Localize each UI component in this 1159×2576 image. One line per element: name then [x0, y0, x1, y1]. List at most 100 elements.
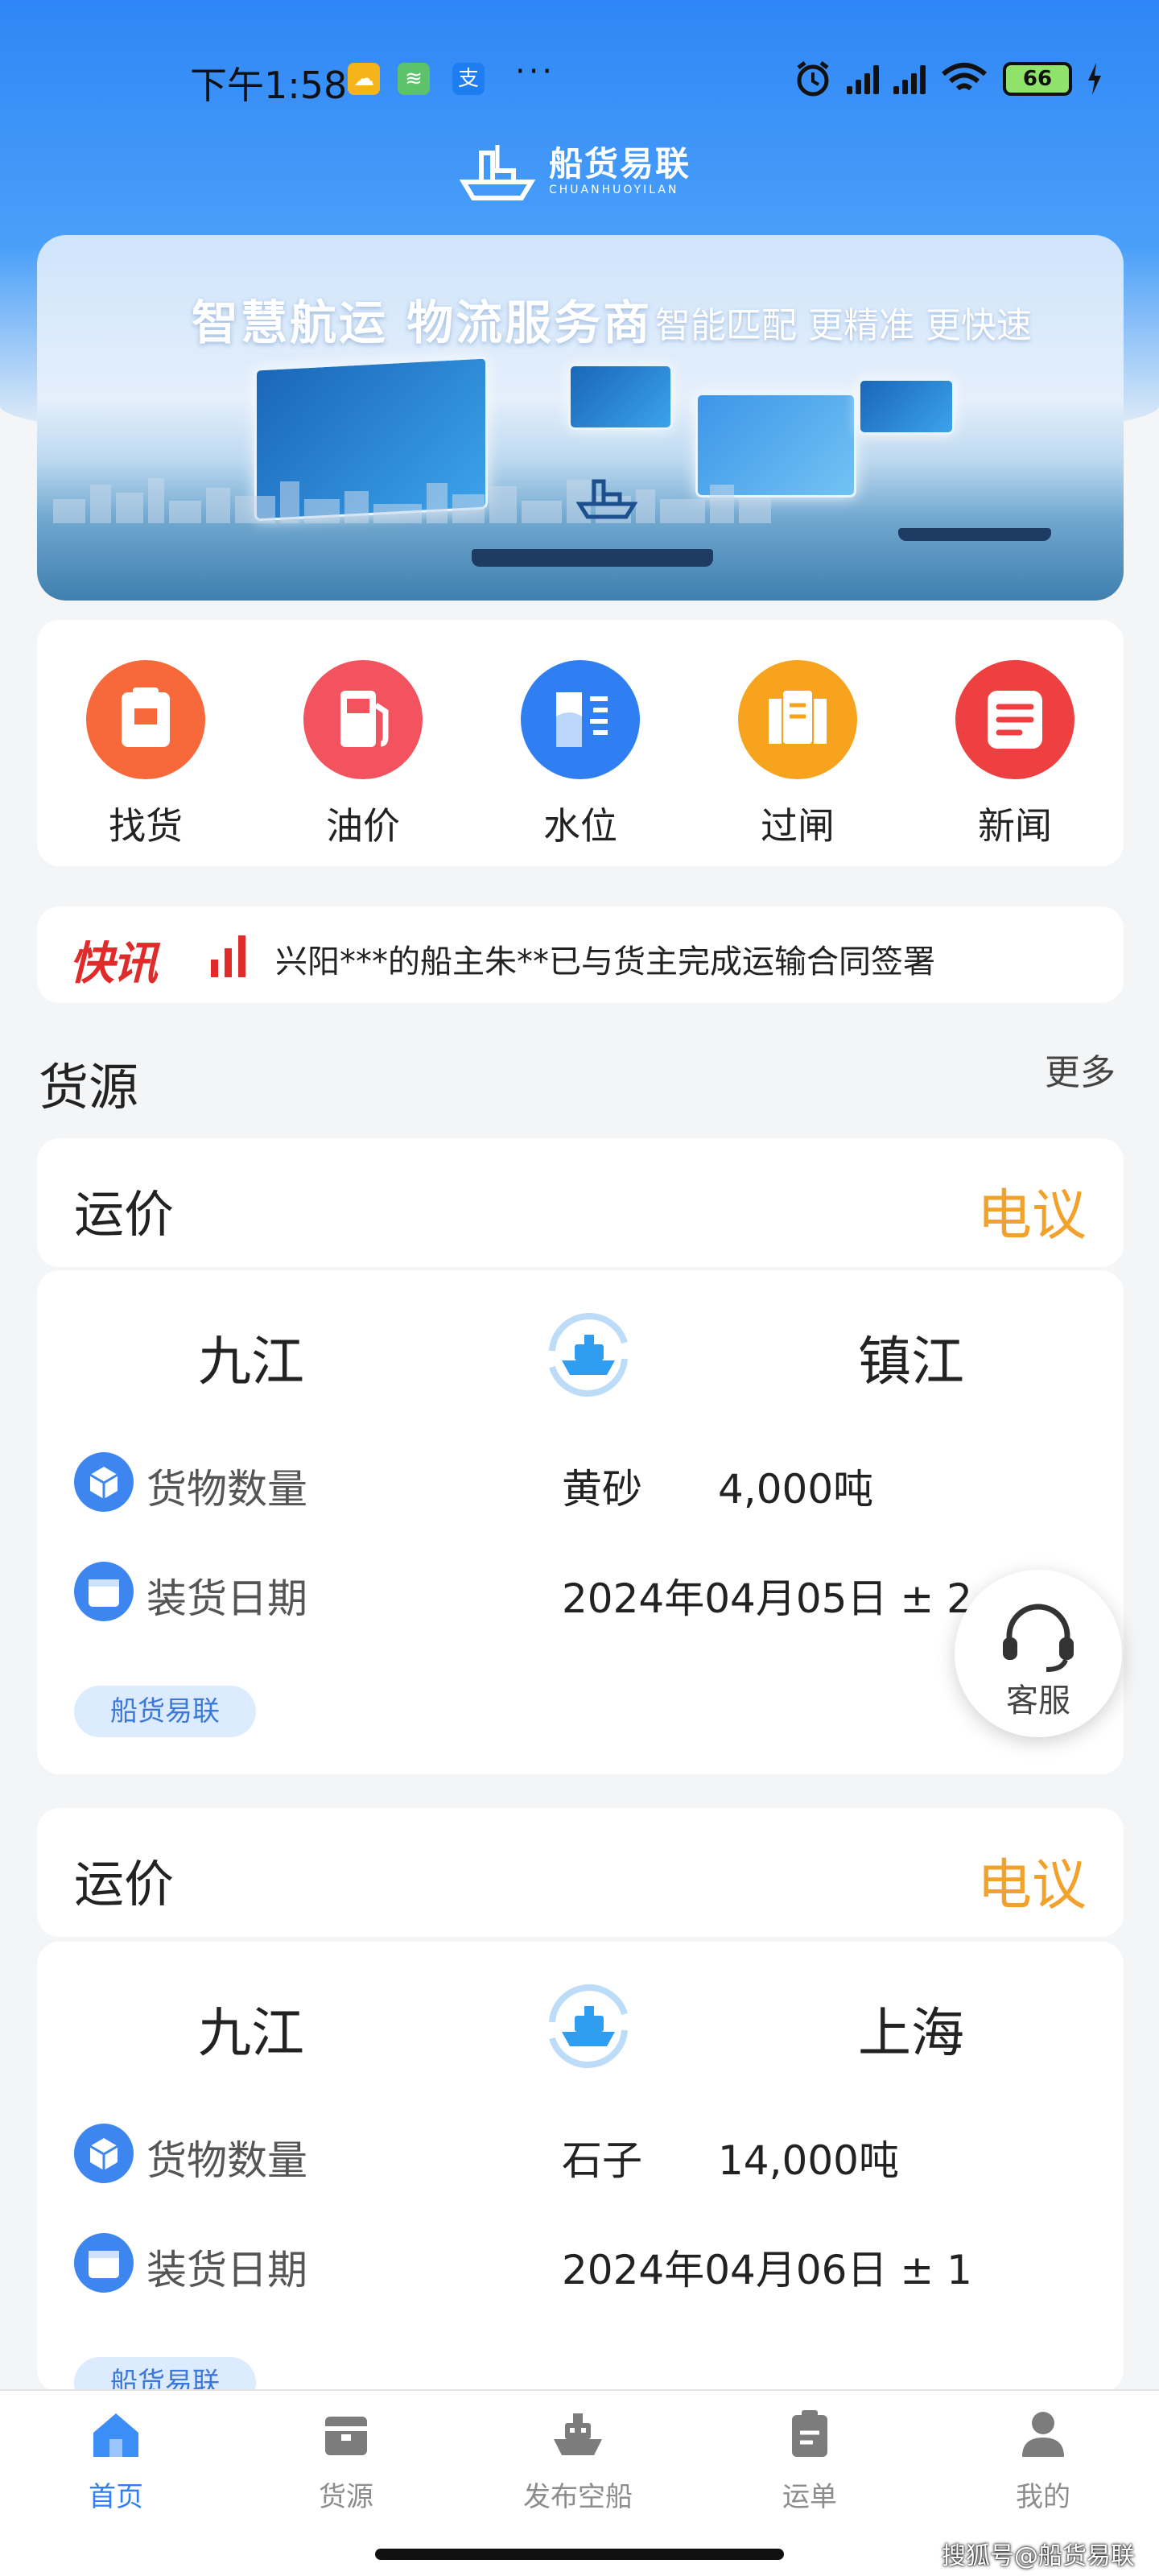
menu-lock-gate[interactable]: 过闸	[729, 660, 866, 850]
water-level-icon	[521, 660, 640, 779]
nav-publish-ship[interactable]: 发布空船	[489, 2405, 666, 2514]
wifi-icon	[942, 63, 987, 91]
dashboard-screen-illustration	[568, 364, 673, 430]
wifi-app-icon: ≋	[398, 63, 430, 95]
nav-mine[interactable]: 我的	[955, 2405, 1132, 2514]
waybill-icon	[792, 2410, 827, 2457]
cargo-quantity: 4,000吨	[718, 1466, 874, 1513]
loading-date-row: 装货日期 2024年04月05日 ± 2	[74, 1558, 1080, 1623]
loading-date: 2024年04月05日 ± 2	[562, 1575, 972, 1622]
menu-water-level[interactable]: 水位	[512, 660, 649, 850]
cargo-quantity: 14,000吨	[718, 2137, 899, 2184]
news-tag: 快讯	[69, 938, 158, 990]
calendar-icon	[74, 1562, 134, 1621]
lock-gate-icon	[738, 660, 857, 779]
news-bars-icon	[211, 935, 245, 977]
signal-icon-1	[847, 64, 879, 94]
status-indicators: 66	[794, 58, 1103, 100]
price-label: 运价	[74, 1185, 175, 1244]
cargo-quantity-row: 货物数量 石子 14,000吨	[74, 2120, 1080, 2185]
section-title-cargo: 货源	[39, 1058, 139, 1117]
quantity-label: 货物数量	[146, 2137, 307, 2184]
news-ticker[interactable]: 快讯 兴阳***的船主朱**已与货主完成运输合同签署	[37, 906, 1124, 1003]
logo-title: 船货易联	[549, 144, 691, 184]
cargo-box-icon	[325, 2417, 367, 2455]
nav-label-mine: 我的	[1016, 2481, 1070, 2513]
menu-find-goods[interactable]: 找货	[77, 660, 214, 850]
cargo-type: 石子	[562, 2137, 642, 2184]
logo-subtitle: CHUANHUOYILAN	[549, 184, 679, 196]
nav-label-cargo: 货源	[319, 2481, 373, 2513]
cargo-price-card[interactable]: 运价 电议	[37, 1808, 1124, 1937]
menu-news[interactable]: 新闻	[947, 660, 1083, 850]
customer-service-label: 客服	[1006, 1682, 1070, 1719]
quantity-label: 货物数量	[146, 1466, 307, 1513]
nav-label-waybill: 运单	[782, 2481, 837, 2513]
status-time: 下午1:58	[190, 64, 348, 107]
more-dots-icon: ···	[515, 53, 556, 90]
app-logo: 船货易联 CHUANHUOYILAN	[457, 142, 691, 201]
cargo-box-icon	[74, 1452, 134, 1512]
menu-fuel-price[interactable]: 油价	[295, 660, 431, 850]
price-value: 电议	[976, 1854, 1087, 1918]
nav-waybill[interactable]: 运单	[721, 2405, 898, 2514]
menu-label-water-level: 水位	[543, 804, 617, 848]
cargo-box-icon	[74, 2124, 134, 2183]
cargo-type: 黄砂	[562, 1466, 642, 1513]
cargo-ship-illustration	[472, 549, 713, 567]
alipay-icon: 支	[452, 63, 485, 95]
cargo-quantity-row: 货物数量 黄砂 4,000吨	[74, 1449, 1080, 1513]
quick-menu: 找货 油价 水位 过闸 新闻	[37, 620, 1124, 866]
watermark: 搜狐号@船货易联	[942, 2542, 1135, 2570]
menu-label-lock-gate: 过闸	[761, 804, 835, 848]
route-ship-icon	[549, 1984, 628, 2068]
price-value: 电议	[976, 1184, 1087, 1248]
menu-label-news: 新闻	[978, 804, 1052, 848]
brand-tag: 船货易联	[74, 1686, 256, 1737]
signal-icon-2	[893, 64, 926, 94]
headset-icon	[1003, 1604, 1074, 1672]
find-goods-icon	[86, 660, 205, 779]
fuel-price-icon	[303, 660, 423, 779]
origin-city: 九江	[198, 2002, 304, 2064]
date-label: 装货日期	[146, 1575, 307, 1622]
ship-logo-icon	[575, 479, 638, 519]
nav-label-publish-ship: 发布空船	[523, 2481, 633, 2513]
more-link[interactable]: 更多	[1045, 1043, 1116, 1095]
user-icon	[1022, 2412, 1064, 2457]
home-indicator[interactable]	[375, 2549, 784, 2560]
price-label: 运价	[74, 1855, 175, 1913]
customer-service-button[interactable]: 客服	[955, 1570, 1122, 1737]
cargo-price-card[interactable]: 运价 电议	[37, 1138, 1124, 1267]
charging-icon	[1088, 63, 1101, 95]
calendar-icon	[74, 2233, 134, 2293]
cargo-ship-illustration	[898, 528, 1051, 541]
origin-city: 九江	[198, 1331, 304, 1393]
menu-label-fuel-price: 油价	[326, 804, 400, 848]
ship-icon	[554, 2413, 602, 2455]
banner-subtitle: 智能匹配 更精准 更快速	[655, 305, 1032, 346]
dashboard-screen-illustration	[858, 378, 955, 435]
destination-city: 上海	[858, 2002, 964, 2064]
brand-tag: 船货易联	[74, 2357, 256, 2392]
cloud-app-icon: ☁	[348, 63, 380, 95]
nav-home[interactable]: 首页	[27, 2405, 204, 2514]
status-bar: 下午1:58 ☁ ≋ 支 ··· 66	[0, 0, 1159, 161]
news-icon	[955, 660, 1074, 779]
nav-cargo[interactable]: 货源	[258, 2405, 435, 2514]
destination-city: 镇江	[858, 1331, 964, 1393]
cargo-route-card[interactable]: 九江 上海 货物数量 石子 14,000吨 装货日期 2024年04月06日 ±…	[37, 1942, 1124, 2392]
loading-date: 2024年04月06日 ± 1	[562, 2247, 972, 2293]
home-icon	[93, 2413, 138, 2457]
date-label: 装货日期	[146, 2247, 307, 2293]
banner-title: 智慧航运 物流服务商	[192, 295, 653, 350]
nav-label-home: 首页	[89, 2481, 143, 2513]
promo-banner[interactable]: 智慧航运 物流服务商 智能匹配 更精准 更快速	[37, 235, 1124, 601]
menu-label-find-goods: 找货	[109, 804, 183, 848]
battery-icon: 66	[1003, 62, 1072, 96]
route-ship-icon	[549, 1313, 628, 1397]
news-text: 兴阳***的船主朱**已与货主完成运输合同签署	[275, 943, 935, 980]
loading-date-row: 装货日期 2024年04月06日 ± 1	[74, 2230, 1080, 2294]
alarm-icon	[797, 61, 829, 97]
ship-logo-icon	[459, 145, 536, 200]
